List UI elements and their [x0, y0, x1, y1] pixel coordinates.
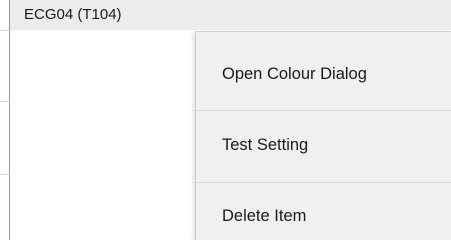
menu-item-test-setting[interactable]: Test Setting — [196, 127, 451, 163]
menu-item-delete-item[interactable]: Delete Item — [196, 198, 451, 234]
menu-item-open-colour-dialog[interactable]: Open Colour Dialog — [196, 56, 451, 92]
list-item-ecg04[interactable]: ECG04 (T104) — [10, 0, 451, 30]
row-divider — [0, 101, 10, 102]
panel-left-border — [9, 0, 10, 240]
context-menu: Open Colour Dialog Test Setting Delete I… — [195, 31, 451, 240]
row-divider — [0, 30, 10, 31]
row-divider — [0, 174, 10, 175]
menu-item-label: Delete Item — [222, 207, 307, 225]
menu-separator — [196, 110, 451, 111]
menu-item-label: Test Setting — [222, 136, 309, 154]
menu-separator — [196, 182, 451, 183]
menu-item-label: Open Colour Dialog — [222, 65, 367, 83]
list-item-label: ECG04 (T104) — [24, 6, 122, 23]
